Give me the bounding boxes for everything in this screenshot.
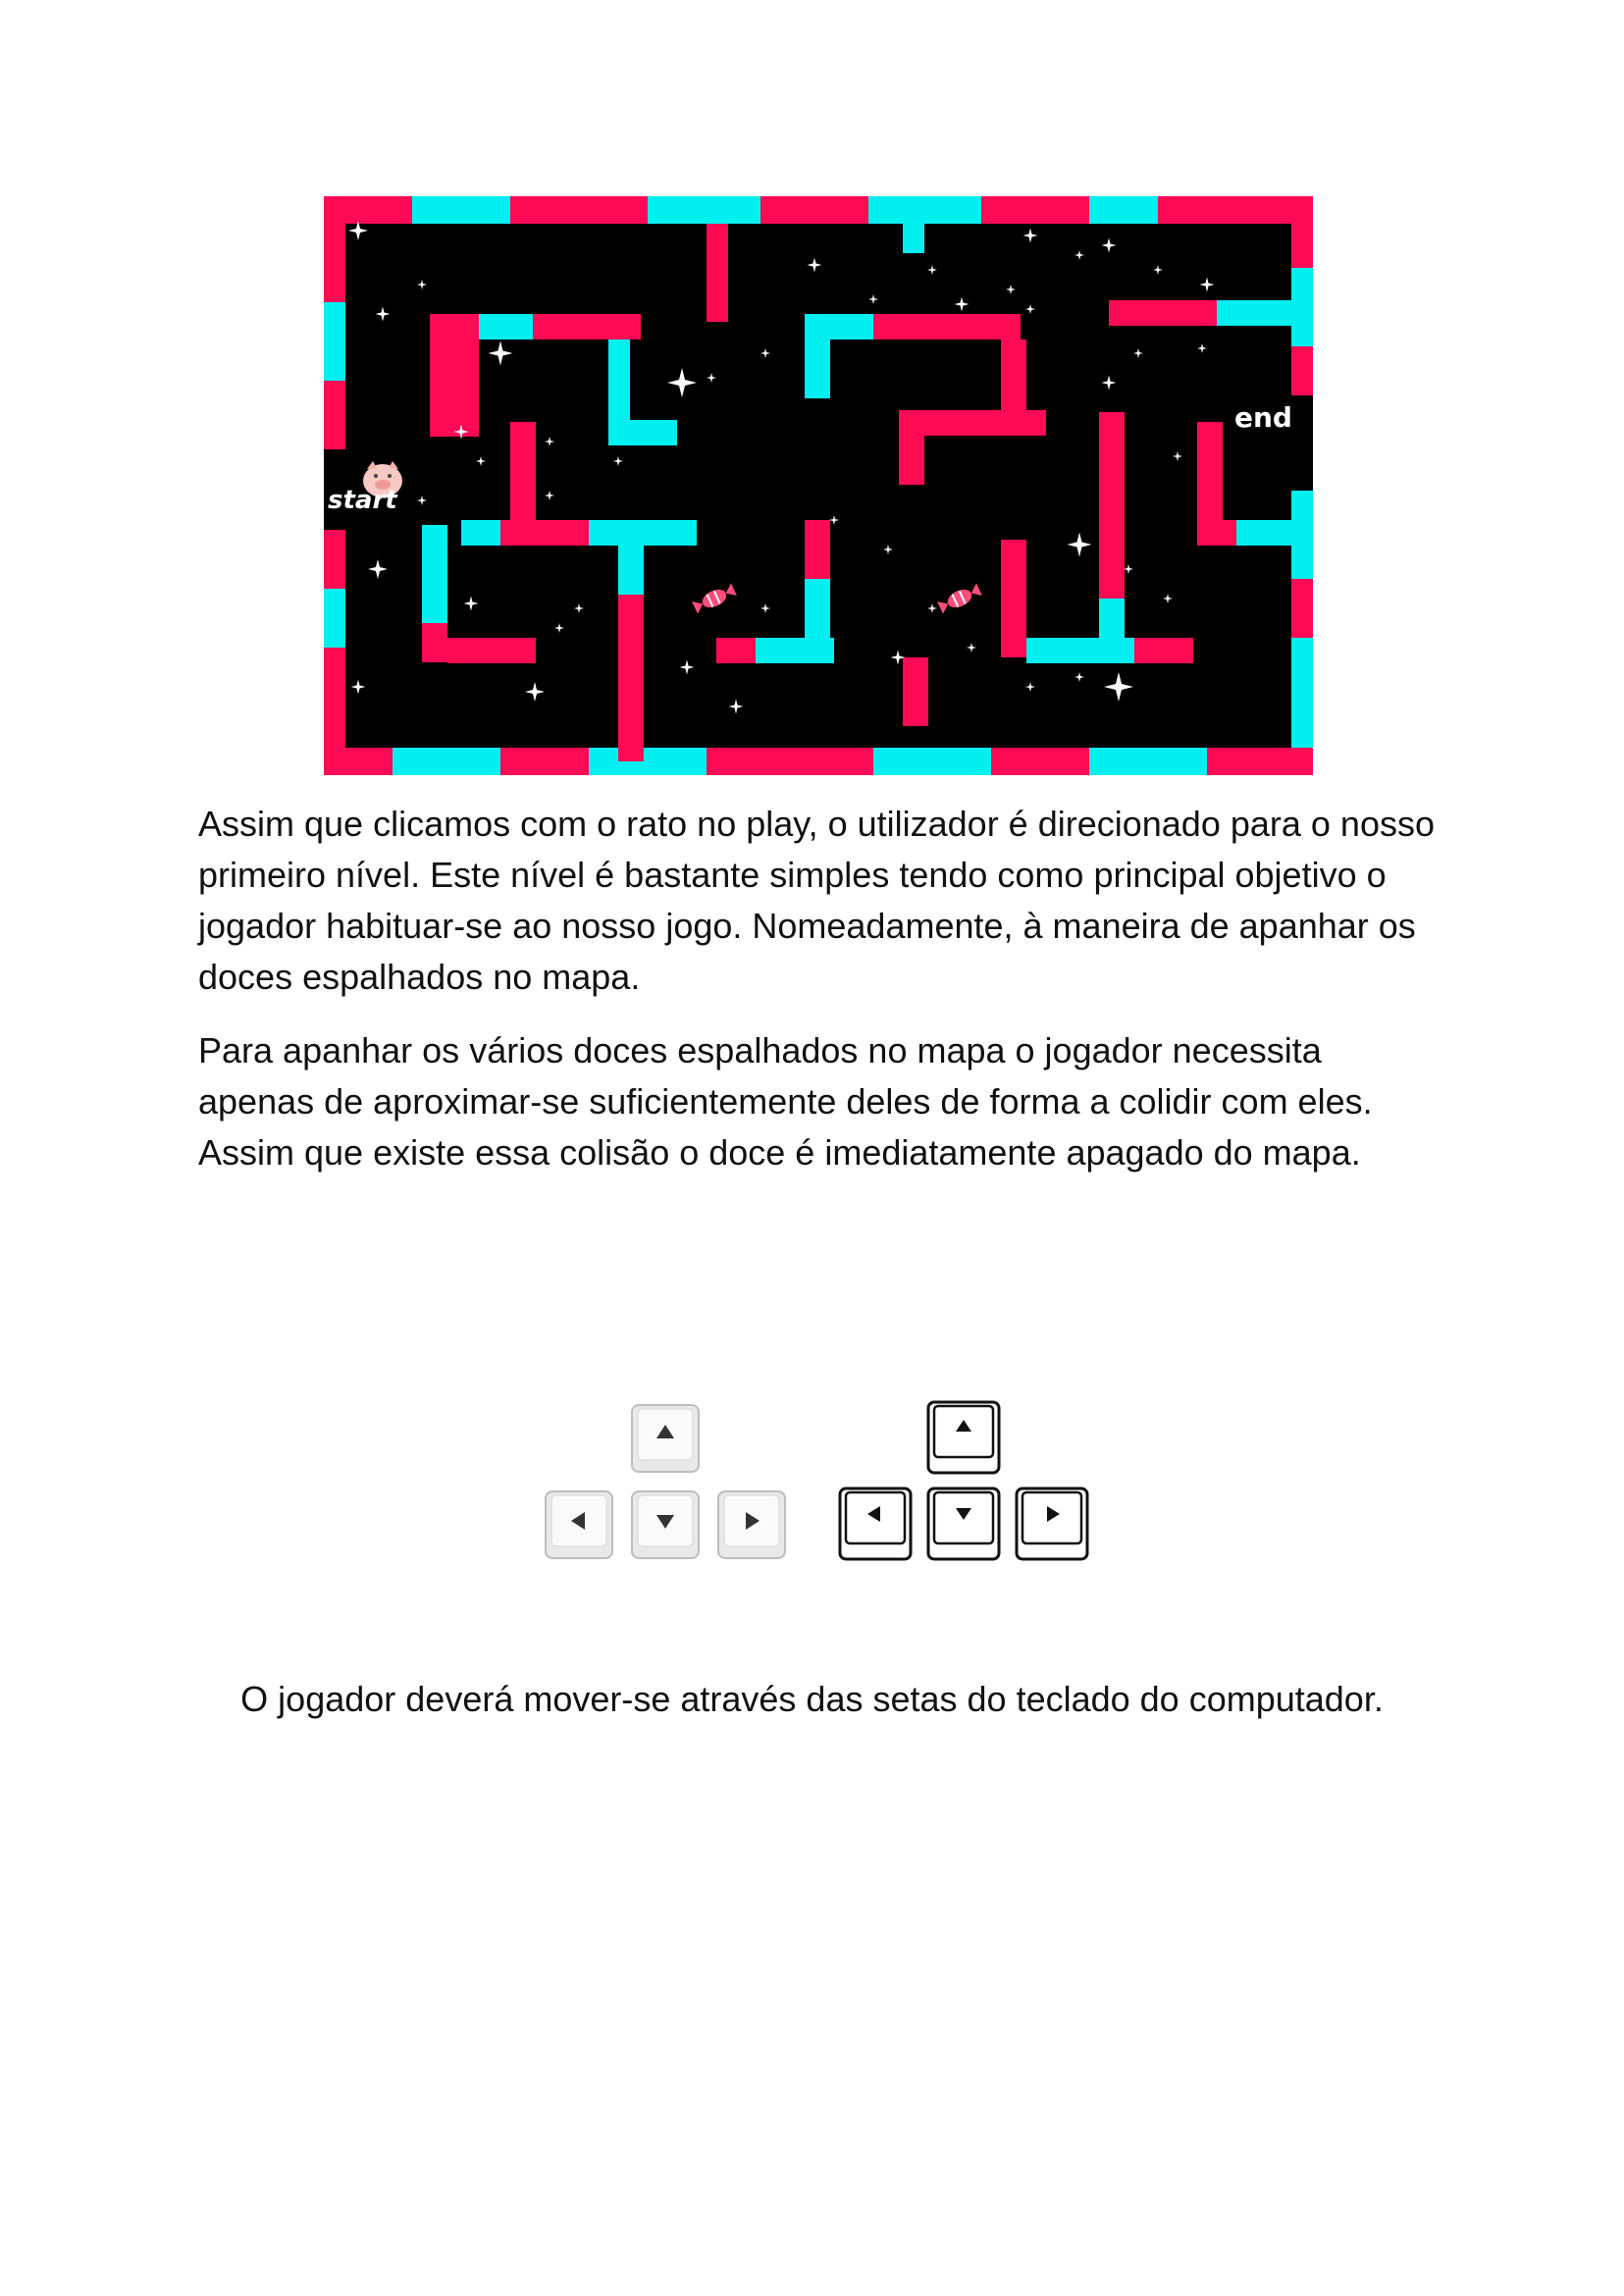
key-left-icon bbox=[544, 1489, 614, 1560]
maze-wall bbox=[510, 422, 536, 520]
maze-wall bbox=[1236, 520, 1291, 546]
maze-wall bbox=[324, 196, 412, 224]
maze-wall bbox=[903, 224, 924, 253]
maze-wall bbox=[430, 314, 479, 437]
maze-wall bbox=[422, 623, 447, 662]
maze-wall bbox=[873, 748, 991, 775]
key-up-icon bbox=[630, 1403, 701, 1474]
key-up-outline-icon bbox=[926, 1400, 1001, 1475]
maze-wall bbox=[1089, 196, 1158, 224]
maze-wall bbox=[1291, 638, 1313, 748]
maze-wall bbox=[899, 436, 924, 485]
maze-wall bbox=[1291, 224, 1313, 268]
maze-wall bbox=[618, 595, 644, 761]
maze-wall bbox=[447, 638, 536, 663]
maze-wall bbox=[1109, 300, 1217, 326]
maze-wall bbox=[716, 638, 756, 663]
maze-game-screenshot: start end bbox=[324, 196, 1313, 775]
paragraph-2: Para apanhar os vários doces espalhados … bbox=[198, 1030, 1373, 1173]
maze-wall bbox=[608, 339, 630, 428]
maze-wall bbox=[324, 224, 345, 302]
maze-wall bbox=[500, 748, 589, 775]
maze-wall bbox=[1026, 638, 1134, 663]
maze-wall bbox=[393, 748, 500, 775]
maze-wall bbox=[1099, 412, 1125, 599]
maze-wall bbox=[805, 314, 873, 339]
maze-wall bbox=[1099, 599, 1125, 638]
maze-wall bbox=[422, 525, 447, 623]
key-right-outline-icon bbox=[1015, 1487, 1089, 1561]
maze-wall bbox=[756, 638, 834, 663]
maze-wall bbox=[1291, 579, 1313, 638]
key-right-icon bbox=[716, 1489, 787, 1560]
maze-wall bbox=[903, 657, 928, 726]
maze-wall bbox=[589, 520, 697, 546]
maze-wall bbox=[510, 196, 648, 224]
maze-wall bbox=[324, 302, 345, 381]
maze-wall bbox=[324, 589, 345, 648]
key-down-outline-icon bbox=[926, 1487, 1001, 1561]
maze-wall bbox=[324, 530, 345, 589]
key-down-icon bbox=[630, 1489, 701, 1560]
maze-wall bbox=[1134, 638, 1193, 663]
maze-wall bbox=[707, 748, 873, 775]
arrow-keys-illustration bbox=[491, 1310, 1158, 1644]
caption: O jogador deverá mover-se através das se… bbox=[240, 1679, 1384, 1719]
maze-wall bbox=[533, 314, 641, 339]
maze-wall bbox=[805, 520, 830, 579]
maze-wall bbox=[324, 648, 345, 748]
maze-wall bbox=[873, 314, 1021, 339]
maze-wall bbox=[1291, 268, 1313, 346]
maze-wall bbox=[412, 196, 510, 224]
maze-wall bbox=[324, 748, 393, 775]
maze-wall bbox=[760, 196, 868, 224]
maze-wall bbox=[618, 546, 644, 595]
key-left-outline-icon bbox=[838, 1487, 913, 1561]
maze-wall bbox=[1089, 748, 1207, 775]
maze-wall bbox=[1291, 491, 1313, 579]
maze-wall bbox=[1001, 540, 1026, 657]
maze-wall bbox=[589, 748, 707, 775]
start-label: start bbox=[328, 486, 398, 515]
maze-wall bbox=[324, 381, 345, 449]
maze-wall bbox=[479, 314, 533, 339]
maze-wall bbox=[1207, 748, 1313, 775]
maze-wall bbox=[991, 748, 1089, 775]
maze-wall bbox=[500, 520, 589, 546]
maze-wall bbox=[1158, 196, 1313, 224]
maze-wall bbox=[461, 520, 500, 546]
maze-wall bbox=[1217, 300, 1291, 326]
maze-wall bbox=[648, 196, 760, 224]
maze-wall bbox=[805, 339, 830, 398]
maze-wall bbox=[707, 224, 728, 322]
maze-wall bbox=[608, 420, 677, 445]
paragraph-1: Assim que clicamos com o rato no play, o… bbox=[198, 804, 1435, 997]
maze-wall bbox=[868, 196, 981, 224]
maze-wall bbox=[1291, 346, 1313, 395]
maze-wall bbox=[981, 196, 1089, 224]
end-label: end bbox=[1234, 401, 1292, 434]
maze-wall bbox=[899, 410, 1046, 436]
